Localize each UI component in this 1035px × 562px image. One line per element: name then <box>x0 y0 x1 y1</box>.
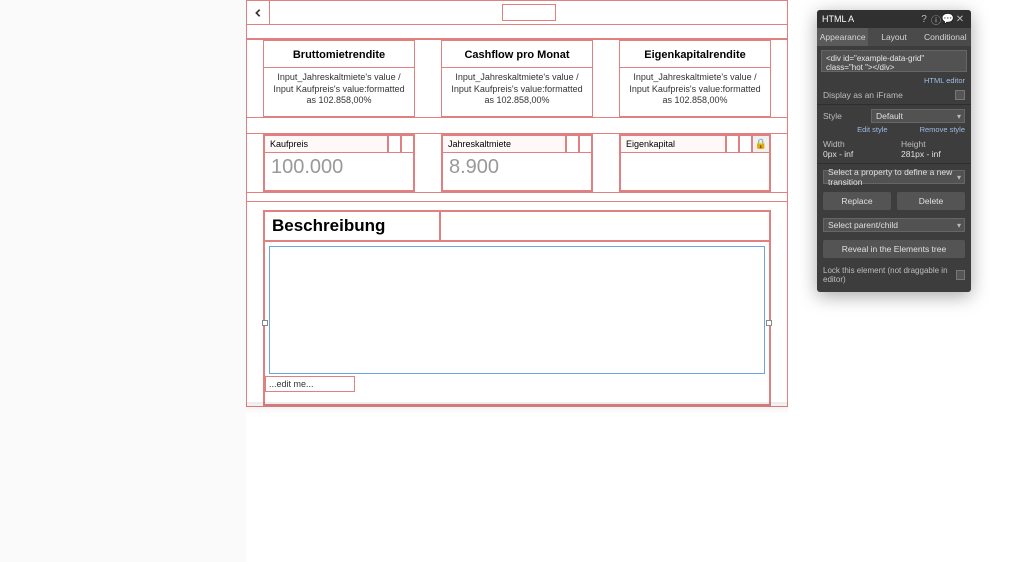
input-aux[interactable] <box>739 135 752 153</box>
metric-card[interactable]: Bruttomietrendite Input_Jahreskaltmiete'… <box>263 40 415 117</box>
spacer <box>246 193 788 202</box>
metric-card[interactable]: Eigenkapitalrendite Input_Jahreskaltmiet… <box>619 40 771 117</box>
resize-handle-left[interactable] <box>262 320 268 326</box>
metric-card-title: Cashflow pro Monat <box>442 41 592 68</box>
canvas-gutter-left <box>0 0 246 562</box>
metric-card-title: Bruttomietrendite <box>264 41 414 68</box>
lock-icon[interactable]: 🔒 <box>752 135 770 153</box>
input-aux[interactable] <box>388 135 401 153</box>
input-label: Jahreskaltmiete <box>442 135 566 153</box>
input-card-jahreskaltmiete[interactable]: Jahreskaltmiete 8.900 <box>441 134 593 192</box>
iframe-row: Display as an iFrame <box>817 88 971 102</box>
html-editor-link[interactable]: HTML editor <box>817 76 971 88</box>
input-label: Kaufpreis <box>264 135 388 153</box>
iframe-label: Display as an iFrame <box>823 90 903 100</box>
style-row: Style Default <box>817 107 971 125</box>
info-icon[interactable]: ⓘ <box>930 13 942 25</box>
style-select[interactable]: Default <box>871 109 965 123</box>
comment-icon[interactable]: 💬 <box>942 13 954 25</box>
remove-style-link[interactable]: Remove style <box>920 125 965 134</box>
iframe-checkbox[interactable] <box>955 90 965 100</box>
top-bar <box>246 0 788 25</box>
input-value[interactable] <box>620 153 770 191</box>
input-aux[interactable] <box>401 135 414 153</box>
input-card-kaufpreis[interactable]: Kaufpreis 100.000 <box>263 134 415 192</box>
tab-layout[interactable]: Layout <box>868 28 919 46</box>
spacer <box>246 25 788 39</box>
lock-element-label: Lock this element (not draggable in edit… <box>823 266 952 284</box>
input-aux[interactable] <box>566 135 579 153</box>
height-value[interactable]: 281px - inf <box>901 149 965 159</box>
top-bar-fill <box>270 0 788 25</box>
panel-title: HTML A <box>822 14 918 24</box>
description-textarea[interactable] <box>269 246 765 374</box>
input-aux[interactable] <box>579 135 592 153</box>
metric-card-body: Input_Jahreskaltmiete's value / Input Ka… <box>442 68 592 111</box>
input-value[interactable]: 100.000 <box>264 153 414 191</box>
tab-conditional[interactable]: Conditional <box>920 28 971 46</box>
description-section: Beschreibung ...edit me... <box>246 202 788 407</box>
delete-button[interactable]: Delete <box>897 192 965 210</box>
inputs-row: Kaufpreis 100.000 Jahreskaltmiete 8.900 … <box>246 134 788 193</box>
section-title-fill <box>440 211 770 241</box>
transition-select[interactable]: Select a property to define a new transi… <box>823 170 965 184</box>
width-label: Width <box>823 139 887 149</box>
lock-element-checkbox[interactable] <box>956 270 965 280</box>
panel-header[interactable]: HTML A ? ⓘ 💬 ✕ <box>817 10 971 28</box>
html-code-field[interactable]: <div id="example-data-grid" class="hot "… <box>821 50 967 72</box>
section-title[interactable]: Beschreibung <box>264 211 440 241</box>
metric-cards-row: Bruttomietrendite Input_Jahreskaltmiete'… <box>246 39 788 118</box>
help-icon[interactable]: ? <box>918 13 930 25</box>
input-label: Eigenkapital <box>620 135 726 153</box>
back-button[interactable] <box>246 0 270 25</box>
metric-card-body: Input_Jahreskaltmiete's value / Input Ka… <box>264 68 414 111</box>
width-value[interactable]: 0px - inf <box>823 149 887 159</box>
dimensions-row: Width 0px - inf Height 281px - inf <box>817 137 971 161</box>
metric-card[interactable]: Cashflow pro Monat Input_Jahreskaltmiete… <box>441 40 593 117</box>
top-center-slot[interactable] <box>502 4 556 21</box>
property-panel[interactable]: HTML A ? ⓘ 💬 ✕ Appearance Layout Conditi… <box>817 10 971 292</box>
resize-handle-right[interactable] <box>766 320 772 326</box>
edit-me-placeholder[interactable]: ...edit me... <box>266 377 354 391</box>
page-bottom-shadow <box>246 402 788 414</box>
metric-card-body: Input_Jahreskaltmiete's value / Input Ka… <box>620 68 770 111</box>
input-card-eigenkapital[interactable]: Eigenkapital 🔒 <box>619 134 771 192</box>
chevron-left-icon <box>253 8 263 18</box>
replace-button[interactable]: Replace <box>823 192 891 210</box>
editor-canvas: Bruttomietrendite Input_Jahreskaltmiete'… <box>0 0 788 562</box>
reveal-button[interactable]: Reveal in the Elements tree <box>823 240 965 258</box>
style-label: Style <box>823 111 867 121</box>
metric-card-title: Eigenkapitalrendite <box>620 41 770 68</box>
select-parent-child[interactable]: Select parent/child <box>823 218 965 232</box>
close-icon[interactable]: ✕ <box>954 13 966 25</box>
description-body: ...edit me... <box>264 241 770 405</box>
tab-appearance[interactable]: Appearance <box>817 28 868 46</box>
spacer <box>246 118 788 134</box>
edit-style-link[interactable]: Edit style <box>857 125 887 134</box>
input-value[interactable]: 8.900 <box>442 153 592 191</box>
panel-tabs: Appearance Layout Conditional <box>817 28 971 46</box>
height-label: Height <box>901 139 965 149</box>
page-column: Bruttomietrendite Input_Jahreskaltmiete'… <box>246 0 788 407</box>
input-aux[interactable] <box>726 135 739 153</box>
